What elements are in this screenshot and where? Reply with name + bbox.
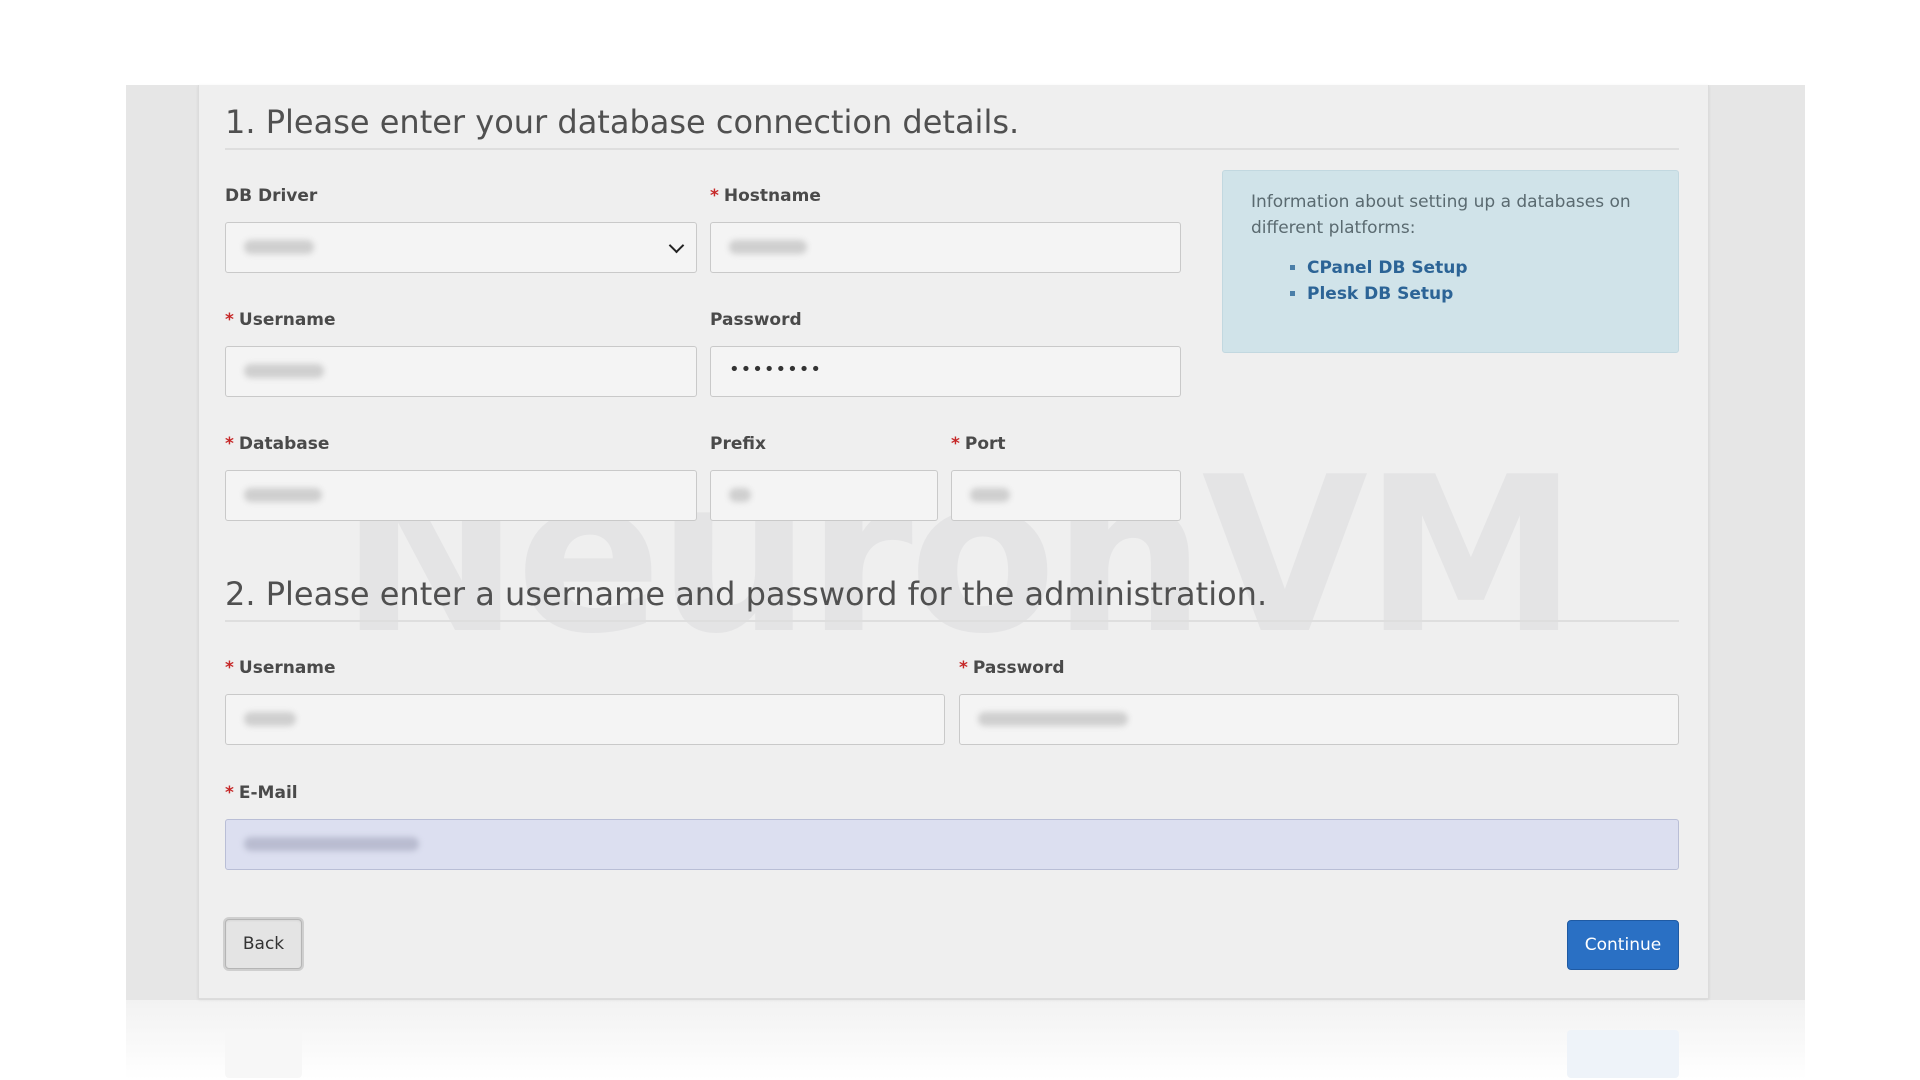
section-divider	[225, 620, 1679, 622]
section-title-database: 1. Please enter your database connection…	[225, 103, 1020, 141]
card-reflection	[126, 1000, 1805, 1080]
plesk-db-setup-link[interactable]: Plesk DB Setup	[1307, 284, 1453, 304]
db-password-input[interactable]: ••••••••	[710, 346, 1181, 397]
admin-password-input[interactable]	[959, 694, 1679, 745]
db-username-label: * Username	[225, 310, 336, 330]
admin-password-value	[978, 712, 1128, 726]
hostname-input[interactable]	[710, 222, 1181, 273]
database-value	[244, 488, 322, 502]
email-value	[244, 837, 419, 851]
list-item: Plesk DB Setup	[1307, 281, 1650, 307]
email-input[interactable]	[225, 819, 1679, 870]
db-driver-value	[244, 240, 314, 254]
db-driver-select[interactable]	[225, 222, 697, 273]
db-password-value: ••••••••	[729, 359, 822, 380]
admin-username-input[interactable]	[225, 694, 945, 745]
section-title-admin: 2. Please enter a username and password …	[225, 575, 1268, 613]
back-button-reflection	[225, 1030, 302, 1078]
admin-username-label: * Username	[225, 658, 336, 678]
email-label: * E-Mail	[225, 783, 298, 803]
continue-button-reflection	[1567, 1030, 1679, 1078]
prefix-label: Prefix	[710, 434, 766, 454]
db-username-input[interactable]	[225, 346, 697, 397]
section-divider	[225, 148, 1679, 150]
port-input[interactable]	[951, 470, 1181, 521]
hostname-value	[729, 240, 807, 254]
admin-password-label: * Password	[959, 658, 1065, 678]
db-setup-info-box: Information about setting up a databases…	[1222, 170, 1679, 353]
back-button[interactable]: Back	[225, 919, 302, 969]
database-input[interactable]	[225, 470, 697, 521]
admin-username-value	[244, 712, 296, 726]
info-text: Information about setting up a databases…	[1251, 192, 1631, 238]
hostname-label: * Hostname	[710, 186, 821, 206]
database-label: * Database	[225, 434, 330, 454]
chevron-down-icon	[668, 237, 685, 254]
info-links-list: CPanel DB Setup Plesk DB Setup	[1251, 255, 1650, 307]
prefix-value	[729, 488, 751, 502]
db-driver-label: DB Driver	[225, 186, 318, 206]
port-value	[970, 488, 1010, 502]
continue-button[interactable]: Continue	[1567, 920, 1679, 970]
cpanel-db-setup-link[interactable]: CPanel DB Setup	[1307, 258, 1468, 278]
port-label: * Port	[951, 434, 1006, 454]
prefix-input[interactable]	[710, 470, 938, 521]
db-username-value	[244, 364, 324, 378]
list-item: CPanel DB Setup	[1307, 255, 1650, 281]
db-password-label: Password	[710, 310, 802, 330]
